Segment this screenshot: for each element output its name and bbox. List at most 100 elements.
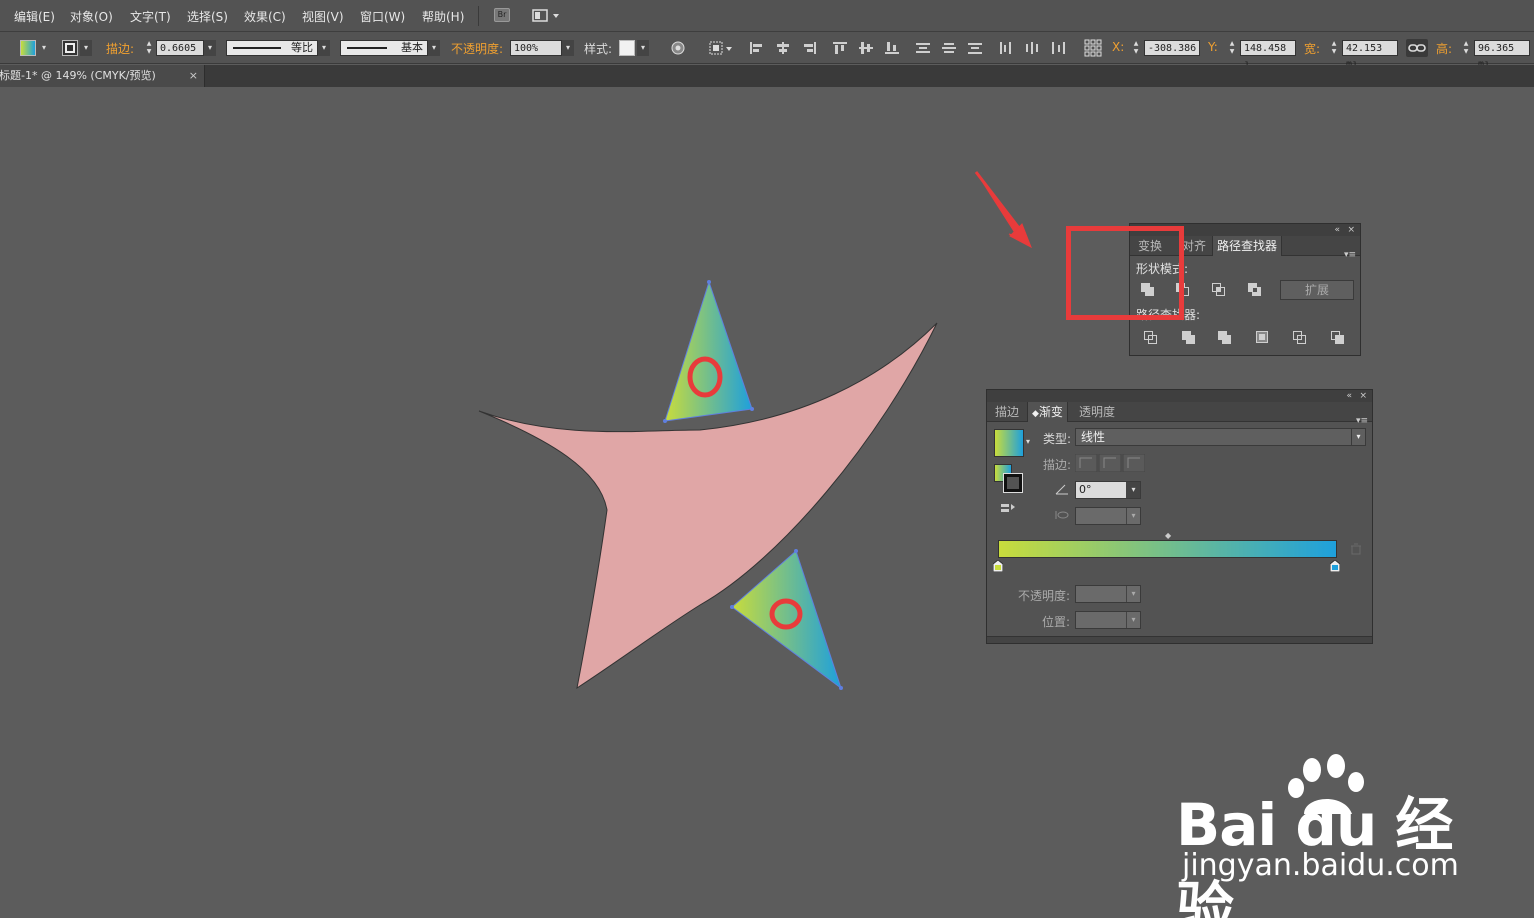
tab-pathfinder[interactable]: 路径查找器	[1212, 236, 1283, 256]
fill-dropdown-icon[interactable]: ▾	[38, 40, 50, 56]
angle-input[interactable]: 0° ▾	[1075, 481, 1141, 499]
brush-definition[interactable]: 基本	[340, 40, 428, 56]
intersect-icon[interactable]	[1212, 283, 1226, 297]
align-horizontal-center-icon[interactable]	[776, 42, 790, 54]
top-triangle-shape[interactable]	[664, 280, 753, 422]
y-input[interactable]: 148.458 ı	[1240, 40, 1296, 70]
stroke-weight-spinner[interactable]: ▲ ▼	[143, 40, 155, 56]
panel-header[interactable]: « ×	[987, 390, 1372, 402]
gradient-type-select[interactable]: 线性 ▾	[1075, 428, 1366, 446]
align-to-selection-icon[interactable]	[708, 40, 734, 56]
close-icon[interactable]: ×	[1347, 224, 1355, 236]
brush-dropdown[interactable]: ▾	[428, 40, 440, 56]
annotation-arrow-shaft	[974, 171, 1024, 233]
distribute-left-icon[interactable]	[999, 42, 1013, 54]
graphic-style-dropdown[interactable]: ▾	[637, 40, 649, 56]
distribute-horizontal-center-icon[interactable]	[1025, 42, 1039, 54]
brush-label: 基本	[401, 41, 423, 54]
stroke-indicator[interactable]	[1003, 473, 1023, 493]
opacity-label[interactable]: 不透明度:	[451, 40, 503, 57]
outline-icon[interactable]	[1293, 331, 1307, 345]
profile-dropdown[interactable]: ▾	[318, 40, 330, 56]
tab-gradient[interactable]: ◆渐变	[1027, 402, 1068, 422]
exclude-icon[interactable]	[1248, 283, 1262, 297]
align-bottom-icon[interactable]	[885, 42, 899, 54]
width-input[interactable]: 42.153 mı	[1342, 40, 1398, 70]
divide-icon[interactable]	[1144, 331, 1158, 345]
opacity-dropdown[interactable]: ▾	[562, 40, 574, 56]
anchor-point[interactable]	[663, 419, 667, 423]
distribute-bottom-icon[interactable]	[968, 42, 982, 54]
menu-view[interactable]: 视图(V)	[302, 8, 344, 25]
menu-edit[interactable]: 编辑(E)	[14, 8, 55, 25]
stroke-swatch[interactable]	[62, 40, 78, 56]
menu-select[interactable]: 选择(S)	[187, 8, 228, 25]
distribute-right-icon[interactable]	[1051, 42, 1065, 54]
gradient-thumbnail[interactable]	[994, 429, 1024, 457]
opacity-input[interactable]: ▾	[1075, 585, 1141, 603]
trim-icon[interactable]	[1182, 331, 1196, 345]
delete-stop-icon[interactable]	[1350, 543, 1362, 555]
align-vertical-center-icon[interactable]	[859, 42, 873, 54]
aspect-ratio-input[interactable]: ▾	[1075, 507, 1141, 525]
close-icon[interactable]: ×	[1359, 390, 1367, 402]
expand-button[interactable]: 扩展	[1280, 280, 1354, 300]
variable-width-profile[interactable]: 等比	[226, 40, 318, 56]
distribute-top-icon[interactable]	[916, 42, 930, 54]
collapse-icon[interactable]: «	[1346, 390, 1352, 402]
align-left-icon[interactable]	[750, 42, 764, 54]
anchor-point[interactable]	[707, 280, 711, 284]
gradient-slider[interactable]	[998, 540, 1337, 558]
midpoint-diamond-icon[interactable]: ◆	[1165, 531, 1171, 540]
arrange-documents-button[interactable]	[532, 8, 562, 24]
anchor-point[interactable]	[794, 549, 798, 553]
x-input[interactable]: -308.386	[1144, 40, 1200, 56]
width-spinner[interactable]: ▲ ▼	[1328, 40, 1340, 56]
panel-resize-bar[interactable]	[987, 636, 1372, 643]
tab-stroke[interactable]: 描边	[991, 402, 1023, 422]
panel-menu-icon[interactable]: ▾≡	[1356, 416, 1368, 426]
recolor-artwork-icon[interactable]	[670, 40, 686, 56]
menu-effect[interactable]: 效果(C)	[244, 8, 286, 25]
anchor-point[interactable]	[839, 686, 843, 690]
reference-point-icon[interactable]	[1084, 39, 1102, 57]
menu-object[interactable]: 对象(O)	[70, 8, 113, 25]
opacity-input[interactable]: 100%	[510, 40, 562, 56]
color-stop-left[interactable]	[992, 559, 1004, 573]
distribute-vertical-center-icon[interactable]	[942, 42, 956, 54]
x-spinner[interactable]: ▲ ▼	[1130, 40, 1142, 56]
stroke-label[interactable]: 描边:	[106, 40, 134, 57]
menu-window[interactable]: 窗口(W)	[360, 8, 405, 25]
constrain-proportions-link-icon[interactable]	[1406, 39, 1428, 57]
fill-swatch[interactable]	[20, 40, 36, 56]
menu-help[interactable]: 帮助(H)	[422, 8, 464, 25]
align-right-icon[interactable]	[802, 42, 816, 54]
crop-icon[interactable]	[1256, 331, 1270, 345]
align-top-icon[interactable]	[833, 42, 847, 54]
document-tab-bar: 未标题-1* @ 149% (CMYK/预览) ×	[0, 65, 1534, 87]
document-tab[interactable]: 未标题-1* @ 149% (CMYK/预览) ×	[0, 65, 205, 87]
stroke-swatch-icon	[65, 43, 75, 53]
dropdown-arrow-icon: ▾	[1126, 586, 1140, 602]
graphic-style-swatch[interactable]	[619, 40, 635, 56]
location-input[interactable]: ▾	[1075, 611, 1141, 629]
tab-transparency[interactable]: 透明度	[1075, 402, 1119, 422]
document-tab-close-icon[interactable]: ×	[189, 65, 198, 87]
height-spinner[interactable]: ▲ ▼	[1460, 40, 1472, 56]
anchor-point[interactable]	[750, 407, 754, 411]
stroke-weight-dropdown[interactable]: ▾	[204, 40, 216, 56]
reverse-gradient-icon[interactable]	[1000, 502, 1016, 516]
stroke-weight-input[interactable]: 0.6605	[156, 40, 204, 56]
anchor-point[interactable]	[730, 605, 734, 609]
stroke-dropdown-icon[interactable]: ▾	[80, 40, 92, 56]
merge-icon[interactable]	[1218, 331, 1232, 345]
height-input[interactable]: 96.365 mı	[1474, 40, 1530, 70]
y-spinner[interactable]: ▲ ▼	[1226, 40, 1238, 56]
bridge-button[interactable]: Br	[494, 8, 510, 22]
gradient-thumbnail-dropdown-icon[interactable]: ▾	[1026, 437, 1030, 446]
menu-type[interactable]: 文字(T)	[130, 8, 171, 25]
color-stop-right[interactable]	[1329, 559, 1341, 573]
collapse-icon[interactable]: «	[1334, 224, 1340, 236]
panel-menu-icon[interactable]: ▾≡	[1344, 250, 1356, 260]
minus-back-icon[interactable]	[1331, 331, 1345, 345]
